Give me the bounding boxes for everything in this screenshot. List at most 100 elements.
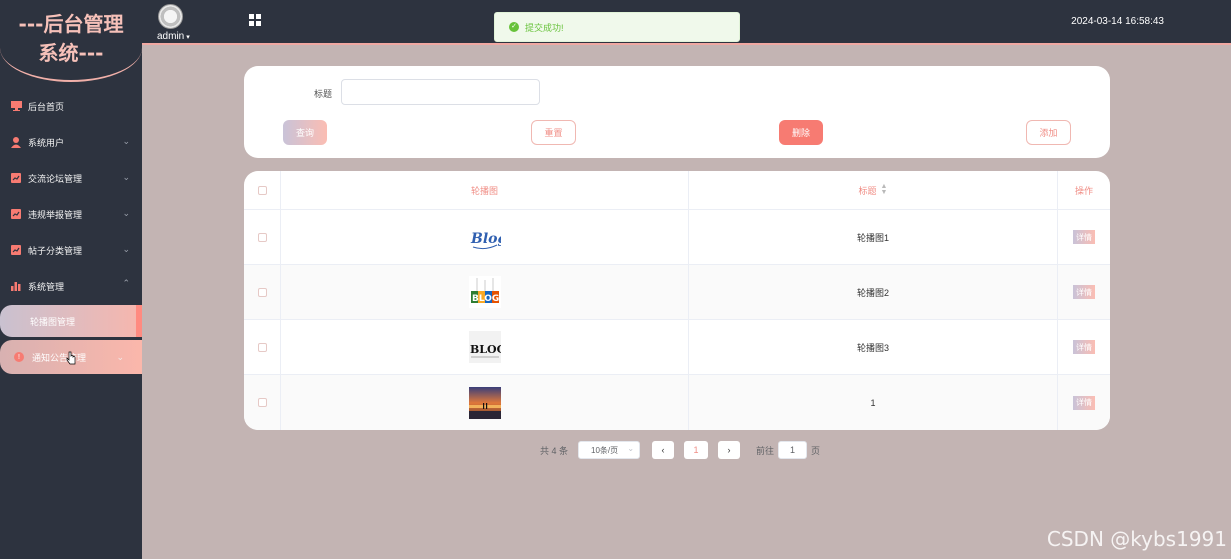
chevron-down-icon: ⌄ [122, 208, 130, 218]
logo-line-2: 系统--- [38, 41, 104, 65]
row-select-cell [244, 265, 281, 319]
bar-chart-icon [10, 280, 22, 292]
sidebar-item-system[interactable]: 系统管理 ⌃ [0, 268, 142, 304]
sidebar-item-label: 系统用户 [28, 137, 65, 148]
avatar[interactable] [158, 4, 183, 29]
chevron-down-icon: ⌄ [122, 244, 130, 254]
user-name: admin [157, 31, 185, 42]
success-toast: ✓ 提交成功! [494, 12, 740, 42]
chart-icon [10, 208, 22, 220]
title-cell: 轮播图3 [689, 320, 1058, 374]
detail-button[interactable]: 详情 [1073, 395, 1095, 410]
search-panel: 标题 查询 重置 删除 添加 [244, 66, 1110, 158]
goto-page-input[interactable]: 1 [778, 441, 808, 459]
column-header-image: 轮播图 [281, 171, 689, 209]
column-header-action: 操作 [1074, 185, 1093, 196]
svg-text:Blog: Blog [470, 231, 501, 247]
chevron-down-icon: ⌄ [122, 172, 130, 182]
page-number-current[interactable]: 1 [684, 441, 709, 459]
sort-icon[interactable]: ▲ ▼ [881, 183, 888, 196]
column-header-title-label: 标题 [858, 185, 877, 196]
row-select-cell [244, 320, 281, 374]
action-cell: 详情 [1058, 320, 1110, 374]
prev-page-button[interactable]: ‹ [652, 441, 675, 459]
add-button[interactable]: 添加 [1026, 120, 1071, 145]
page-suffix: 页 [811, 445, 821, 456]
carousel-thumbnail: BLOG [468, 331, 501, 363]
caret-down-icon: ▾ [184, 34, 190, 41]
check-circle-icon: ✓ [509, 22, 519, 32]
monitor-icon [10, 100, 22, 112]
select-all-cell [244, 171, 281, 209]
carousel-thumbnail [468, 386, 501, 419]
sidebar-item-label: 帖子分类管理 [28, 245, 83, 256]
image-cell: Blog [281, 210, 689, 264]
image-cell [281, 375, 689, 430]
sidebar-item-label: 违规举报管理 [28, 209, 83, 220]
row-checkbox[interactable] [257, 287, 267, 297]
sidebar-item-home[interactable]: 后台首页 [0, 88, 142, 124]
table-header: 轮播图 标题 ▲ ▼ 操作 [244, 171, 1110, 210]
chevron-down-icon: ⌄ [122, 136, 130, 146]
row-checkbox[interactable] [257, 398, 267, 407]
action-cell: 详情 [1058, 265, 1110, 319]
title-cell: 轮播图2 [689, 265, 1058, 319]
sidebar-item-label: 系统管理 [28, 281, 65, 292]
page-size-select[interactable]: 10条/页 ⌄ [578, 441, 641, 459]
svg-text:BLOG: BLOG [472, 294, 499, 304]
logo-line-1: ---后台管理 [18, 12, 124, 36]
chevron-up-icon: ⌃ [122, 278, 130, 288]
delete-button[interactable]: 删除 [779, 120, 823, 145]
datetime: 2024-03-14 16:58:43 [1071, 16, 1164, 27]
row-select-cell [244, 210, 281, 264]
title-cell: 轮播图1 [689, 210, 1058, 264]
mouse-cursor-icon [66, 351, 76, 365]
table-row: 1 详情 [244, 375, 1110, 430]
detail-button[interactable]: 详情 [1073, 285, 1095, 299]
title-search-input[interactable] [341, 79, 540, 105]
row-checkbox[interactable] [257, 232, 267, 242]
pagination: 共 4 条 10条/页 ⌄ ‹ 1 › 前往 1 页 [540, 441, 820, 459]
title-label: 标题 [314, 89, 333, 99]
chart-icon [10, 172, 22, 184]
watermark: CSDN @kybs1991 [1046, 527, 1227, 551]
query-button[interactable]: 查询 [283, 120, 327, 145]
detail-button[interactable]: 详情 [1073, 340, 1095, 354]
page-size-value: 10条/页 [591, 445, 619, 455]
next-page-button[interactable]: › [718, 441, 741, 459]
user-menu[interactable]: admin ▾ [157, 31, 190, 42]
table-row: Blog 轮播图1 详情 [244, 210, 1110, 265]
detail-button[interactable]: 详情 [1073, 230, 1095, 244]
table-row: BLOG 轮播图2 详情 [244, 265, 1110, 320]
sidebar-item-forum[interactable]: 交流论坛管理 ⌄ [0, 160, 142, 196]
action-cell: 详情 [1058, 210, 1110, 264]
sidebar-subitem-carousel[interactable]: 轮播图管理 [0, 305, 142, 337]
title-cell: 1 [689, 375, 1058, 430]
chevron-right-icon: › [727, 445, 731, 455]
sidebar-item-users[interactable]: 系统用户 ⌄ [0, 124, 142, 160]
total-count: 共 4 条 [540, 445, 569, 456]
apps-grid-icon[interactable] [249, 14, 261, 26]
logo: ---后台管理 系统--- [0, 0, 142, 82]
sidebar-subitem-label: 轮播图管理 [30, 316, 76, 327]
sidebar: ---后台管理 系统--- 后台首页 系统用户 ⌄ 交流论坛管理 ⌄ 违规举报管… [0, 0, 142, 559]
info-icon: ! [14, 352, 24, 362]
reset-button[interactable]: 重置 [531, 120, 576, 145]
user-icon [10, 136, 22, 148]
image-cell: BLOG [281, 320, 689, 374]
sidebar-item-categories[interactable]: 帖子分类管理 ⌄ [0, 232, 142, 268]
select-all-checkbox[interactable] [257, 185, 267, 195]
carousel-thumbnail: BLOG [468, 276, 501, 308]
chevron-left-icon: ‹ [661, 445, 665, 455]
svg-text:BLOG: BLOG [470, 343, 501, 356]
chart-icon [10, 244, 22, 256]
table-row: BLOG 轮播图3 详情 [244, 320, 1110, 375]
chevron-down-icon: ⌄ [116, 352, 124, 362]
toast-message: 提交成功! [525, 22, 564, 33]
goto-label: 前往 [756, 445, 775, 456]
column-header-title[interactable]: 标题 ▲ ▼ [689, 171, 1058, 209]
sidebar-item-label: 交流论坛管理 [28, 173, 83, 184]
chevron-down-icon: ⌄ [627, 444, 635, 453]
row-checkbox[interactable] [257, 342, 267, 352]
sidebar-item-reports[interactable]: 违规举报管理 ⌄ [0, 196, 142, 232]
